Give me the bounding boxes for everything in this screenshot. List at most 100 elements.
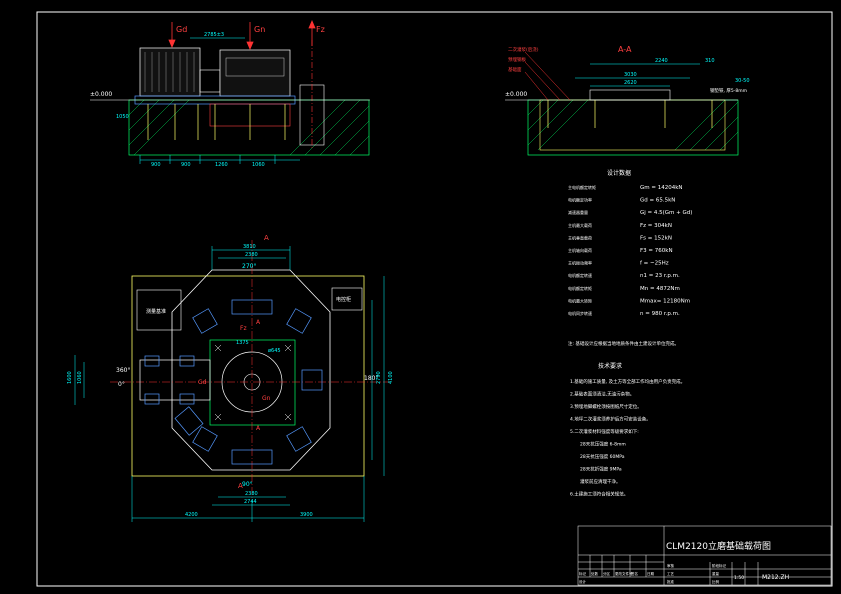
section-title: A-A [618, 45, 632, 54]
elevation-dim-1: 900 [151, 162, 161, 168]
spec-table: 设计数据 主电机额定转矩 Gm = 14204kN 电机额定功率 Gd = 65.5k… [568, 169, 692, 347]
plan-dim-bottom-3: 2744 [244, 499, 257, 505]
title-block [577, 525, 832, 586]
title-block-ratio: 比例 [712, 579, 720, 584]
plan-mark-gn: Gn [262, 395, 271, 402]
plan-view: 测量基准 电控柜 Fz Gd Gn A A A A 3810 2380 270°… [67, 234, 394, 522]
plan-dim-bottom-1: 90° [242, 481, 253, 488]
requirement-item: 2.基础表面须清洁,无油污杂物。 [570, 391, 634, 398]
requirements-title: 技术要求 [598, 362, 622, 370]
section-dim-top: 2240 [655, 58, 668, 64]
spec-rows: 主电机额定转矩 Gm = 14204kN 电机额定功率 Gd = 65.5kN 减速器重… [568, 184, 692, 317]
spec-row-label: 电机最大转矩 [568, 297, 592, 303]
section-aa-view: A-A ±0.000 二次灌浆(后浇) 预埋钢板 基础面 2240 310 30… [505, 45, 750, 156]
requirement-item: 6.土建施工须符合相关规范。 [570, 491, 628, 498]
plan-dim-right-b: 4100 [388, 371, 394, 384]
drawing-frame [36, 11, 833, 587]
force-gn-label: Gn [254, 25, 265, 34]
plan-dim-base-left: 4200 [185, 512, 198, 518]
plan-mark-a2: A [256, 425, 261, 432]
spec-row-label: 主电机额定转矩 [568, 184, 596, 190]
plan-angle-left: 0° [118, 381, 125, 388]
plan-foundation-outline [131, 275, 365, 477]
elevation-foundation [128, 99, 370, 156]
requirement-item: 5.二次灌浆材料强度等级要求如下: [570, 428, 639, 435]
section-foundation [527, 99, 739, 156]
spec-row-label: 主机垂直载荷 [568, 234, 592, 240]
anchor-bolts [147, 104, 286, 140]
title-block-check: 审核 [667, 563, 675, 568]
title-block-label-1: 处数 [591, 571, 599, 576]
elevation-hatch [128, 99, 370, 156]
plan-center-dim-2: 1375 [236, 340, 249, 346]
callout-1: 二次灌浆(后浇) [508, 46, 539, 53]
title-block-label-5: 日期 [647, 571, 655, 576]
spec-row-value: Fs = 152kN [640, 235, 672, 241]
spec-row-value: f = ~25Hz [640, 261, 669, 267]
section-dim-right: 30-50 [735, 78, 750, 84]
spec-row-value: Gm = 14204kN [640, 185, 683, 191]
plan-right-box-label: 电控柜 [336, 296, 351, 303]
spec-row-value: Fz = 304kN [640, 223, 672, 229]
title-block-design: 设计 [579, 579, 587, 584]
title-block-label-0: 标记 [579, 571, 587, 576]
spec-row-label: 电机额定功率 [568, 197, 592, 203]
requirements-list: 1.基础的施工质量, 及土方等全部工作均由用户负责完成。 2.基础表面须清洁,无油… [570, 378, 685, 498]
spec-row-label: 减速器重量 [568, 209, 588, 215]
elevation-dim-4: 1060 [252, 162, 265, 168]
motor-body [139, 47, 201, 97]
plan-center-dim-1: ø645 [268, 348, 281, 354]
spec-row-label: 电机同步转速 [568, 310, 592, 316]
spec-row-value: Mn = 4872Nm [640, 286, 680, 292]
gearbox-body [219, 49, 291, 97]
plan-anchor-marks [214, 344, 292, 421]
spec-row-value: F3 = 760kN [640, 248, 673, 254]
spec-row-value: Gj = 4.5(Gm + Gd) [640, 210, 692, 216]
spec-row-value: n = 980 r.p.m. [640, 311, 680, 317]
plan-dim-bottom-2: 2380 [245, 491, 258, 497]
requirement-item: 28天抗压强度 60MPa [580, 453, 625, 460]
spec-row-label: 电机额定转速 [568, 272, 592, 278]
plan-dim-top-3: 270° [242, 263, 256, 270]
plan-mark-fz: Fz [240, 325, 247, 332]
callout-2: 预埋钢板 [508, 56, 526, 63]
title-block-label-4: 签名 [631, 571, 638, 576]
title-block-stage: 阶段标记 [712, 563, 726, 568]
plan-mark-gd: Gd [198, 379, 207, 386]
plan-angle-left-top: 360° [116, 367, 130, 374]
coupling [199, 69, 221, 93]
title-block-drawing-no: M212.ZH [762, 574, 789, 581]
requirement-item: 3.预埋地脚螺栓须按图纸尺寸定位。 [570, 403, 642, 410]
title-block-approve: 批准 [667, 579, 675, 584]
plan-section-mark-top: A [264, 234, 269, 242]
title-block-weight: 重量 [712, 571, 720, 576]
section-dim-inner: 2620 [624, 80, 637, 86]
requirement-item: 1.基础的施工质量, 及土方等全部工作均由用户负责完成。 [570, 378, 685, 385]
title-block-scale: 1:50 [734, 575, 744, 581]
section-ground-level: ±0.000 [505, 91, 527, 98]
plan-mark-a1: A [256, 319, 261, 326]
plan-dim-base-right: 3900 [300, 512, 313, 518]
elevation-dim-top: 2785±3 [204, 32, 224, 38]
section-dim-top-right: 310 [705, 58, 715, 64]
elevation-ground-level: ±0.000 [90, 91, 112, 98]
cad-drawing-canvas: ±0.000 Gd Gn Fz 2785±3 900 900 1260 1060… [0, 0, 841, 594]
plan-dim-left-a: 1600 [67, 371, 73, 384]
elevation-dim-3: 1260 [215, 162, 228, 168]
title-block-process: 工艺 [667, 571, 675, 576]
requirement-item: 灌浆前应清理干净。 [580, 478, 621, 485]
title-block-title: CLM2120立磨基础载荷图 [666, 540, 771, 552]
force-arrows [168, 19, 316, 51]
force-gd-label: Gd [176, 25, 187, 34]
spec-row-value: n1 = 23 r.p.m. [640, 273, 680, 279]
spec-title: 设计数据 [607, 169, 631, 177]
spec-row-value: Mmax= 12180Nm [640, 298, 690, 304]
requirements-block: 技术要求 1.基础的施工质量, 及土方等全部工作均由用户负责完成。 2.基础表面须… [570, 362, 685, 498]
plan-dim-right-a: 2790 [376, 371, 382, 384]
section-dim-mid: 3030 [624, 72, 637, 78]
plan-dim-left-b: 1060 [77, 371, 83, 384]
requirement-item: 28天抗压强度 6-8mm [580, 441, 626, 448]
spec-row-label: 主机振动频率 [568, 260, 592, 266]
spec-row-label: 主机轴向载荷 [568, 247, 592, 253]
cad-drawing: ±0.000 Gd Gn Fz 2785±3 900 900 1260 1060… [36, 11, 833, 587]
